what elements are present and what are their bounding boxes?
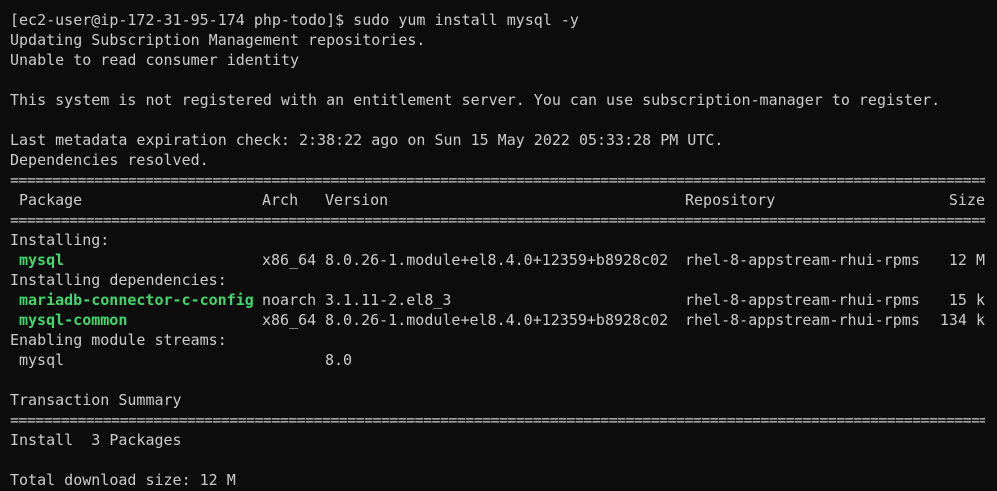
- total-download-size: Total download size: 12 M: [10, 471, 236, 489]
- package-repo: rhel-8-appstream-rhui-rpms: [685, 311, 920, 329]
- table-row: mysql-common x86_64 8.0.26-1.module+el8.…: [10, 310, 997, 330]
- separator-rule: ========================================…: [10, 411, 985, 429]
- package-repo: rhel-8-appstream-rhui-rpms: [685, 291, 920, 309]
- section-module-streams: Enabling module streams:: [10, 331, 227, 349]
- table-row: mysql x86_64 8.0.26-1.module+el8.4.0+123…: [10, 250, 997, 270]
- module-name: mysql: [19, 351, 65, 369]
- package-name: mysql: [19, 251, 65, 269]
- header-repository: Repository: [685, 191, 776, 209]
- package-version: 3.1.11-2.el8_3: [325, 291, 452, 309]
- install-summary: Install 3 Packages: [10, 431, 182, 449]
- package-size: 15 k: [948, 291, 985, 309]
- package-size: 12 M: [948, 251, 985, 269]
- section-installing: Installing:: [10, 231, 110, 249]
- separator-rule: ========================================…: [10, 171, 985, 189]
- output-line-subscription: Updating Subscription Management reposit…: [10, 31, 426, 49]
- table-row: mariadb-connector-c-config noarch 3.1.11…: [10, 290, 997, 310]
- package-arch: x86_64: [262, 251, 317, 269]
- output-line-metadata: Last metadata expiration check: 2:38:22 …: [10, 131, 724, 149]
- header-size: Size: [948, 191, 985, 209]
- table-row: mysql 8.0: [10, 350, 997, 370]
- header-version: Version: [325, 191, 389, 209]
- command-prompt-line: [ec2-user@ip-172-31-95-174 php-todo]$ su…: [10, 11, 579, 29]
- package-arch: x86_64: [262, 311, 317, 329]
- section-dependencies: Installing dependencies:: [10, 271, 227, 289]
- header-arch: Arch: [262, 191, 299, 209]
- package-arch: noarch: [262, 291, 317, 309]
- transaction-summary-heading: Transaction Summary: [10, 391, 182, 409]
- output-line-dependencies: Dependencies resolved.: [10, 151, 209, 169]
- header-package: Package: [19, 191, 83, 209]
- output-line-consumer-identity: Unable to read consumer identity: [10, 51, 299, 69]
- separator-rule: ========================================…: [10, 211, 985, 229]
- terminal-window[interactable]: [ec2-user@ip-172-31-95-174 php-todo]$ su…: [0, 0, 997, 491]
- package-name: mariadb-connector-c-config: [19, 291, 254, 309]
- table-header-row: Package Arch Version Repository Size: [10, 190, 997, 210]
- module-version: 8.0: [325, 351, 353, 369]
- output-line-entitlement: This system is not registered with an en…: [10, 91, 941, 109]
- package-version: 8.0.26-1.module+el8.4.0+12359+b8928c02: [325, 251, 669, 269]
- package-name: mysql-common: [19, 311, 128, 329]
- package-version: 8.0.26-1.module+el8.4.0+12359+b8928c02: [325, 311, 669, 329]
- package-size: 134 k: [939, 311, 985, 329]
- package-repo: rhel-8-appstream-rhui-rpms: [685, 251, 920, 269]
